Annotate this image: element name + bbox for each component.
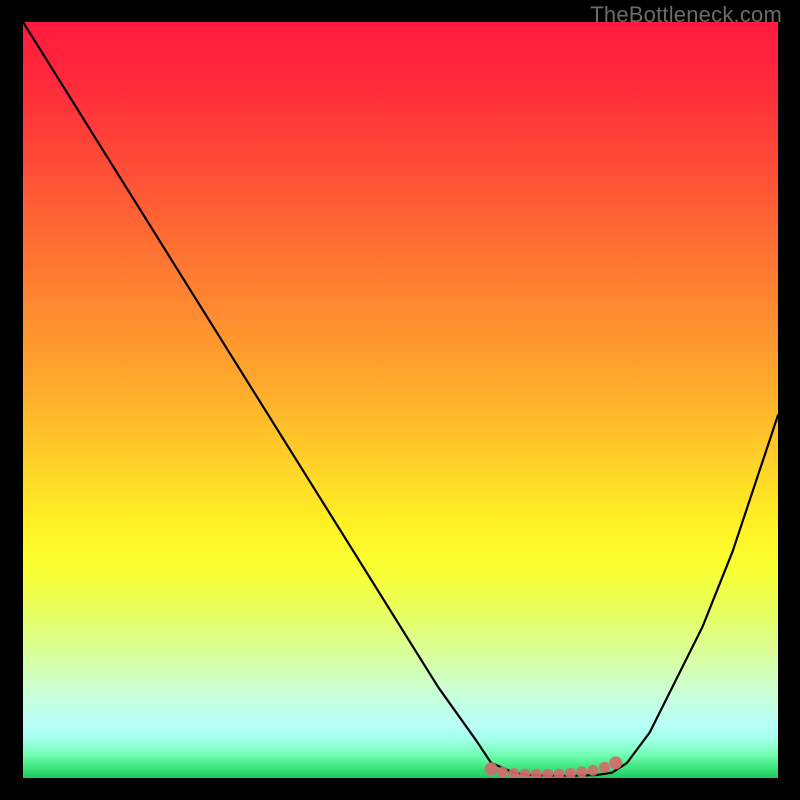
chart-frame: { "watermark": "TheBottleneck.com", "col… [0,0,800,800]
optimal-range-markers [23,22,778,778]
watermark-text: TheBottleneck.com [590,2,782,28]
plot-area [23,22,778,778]
